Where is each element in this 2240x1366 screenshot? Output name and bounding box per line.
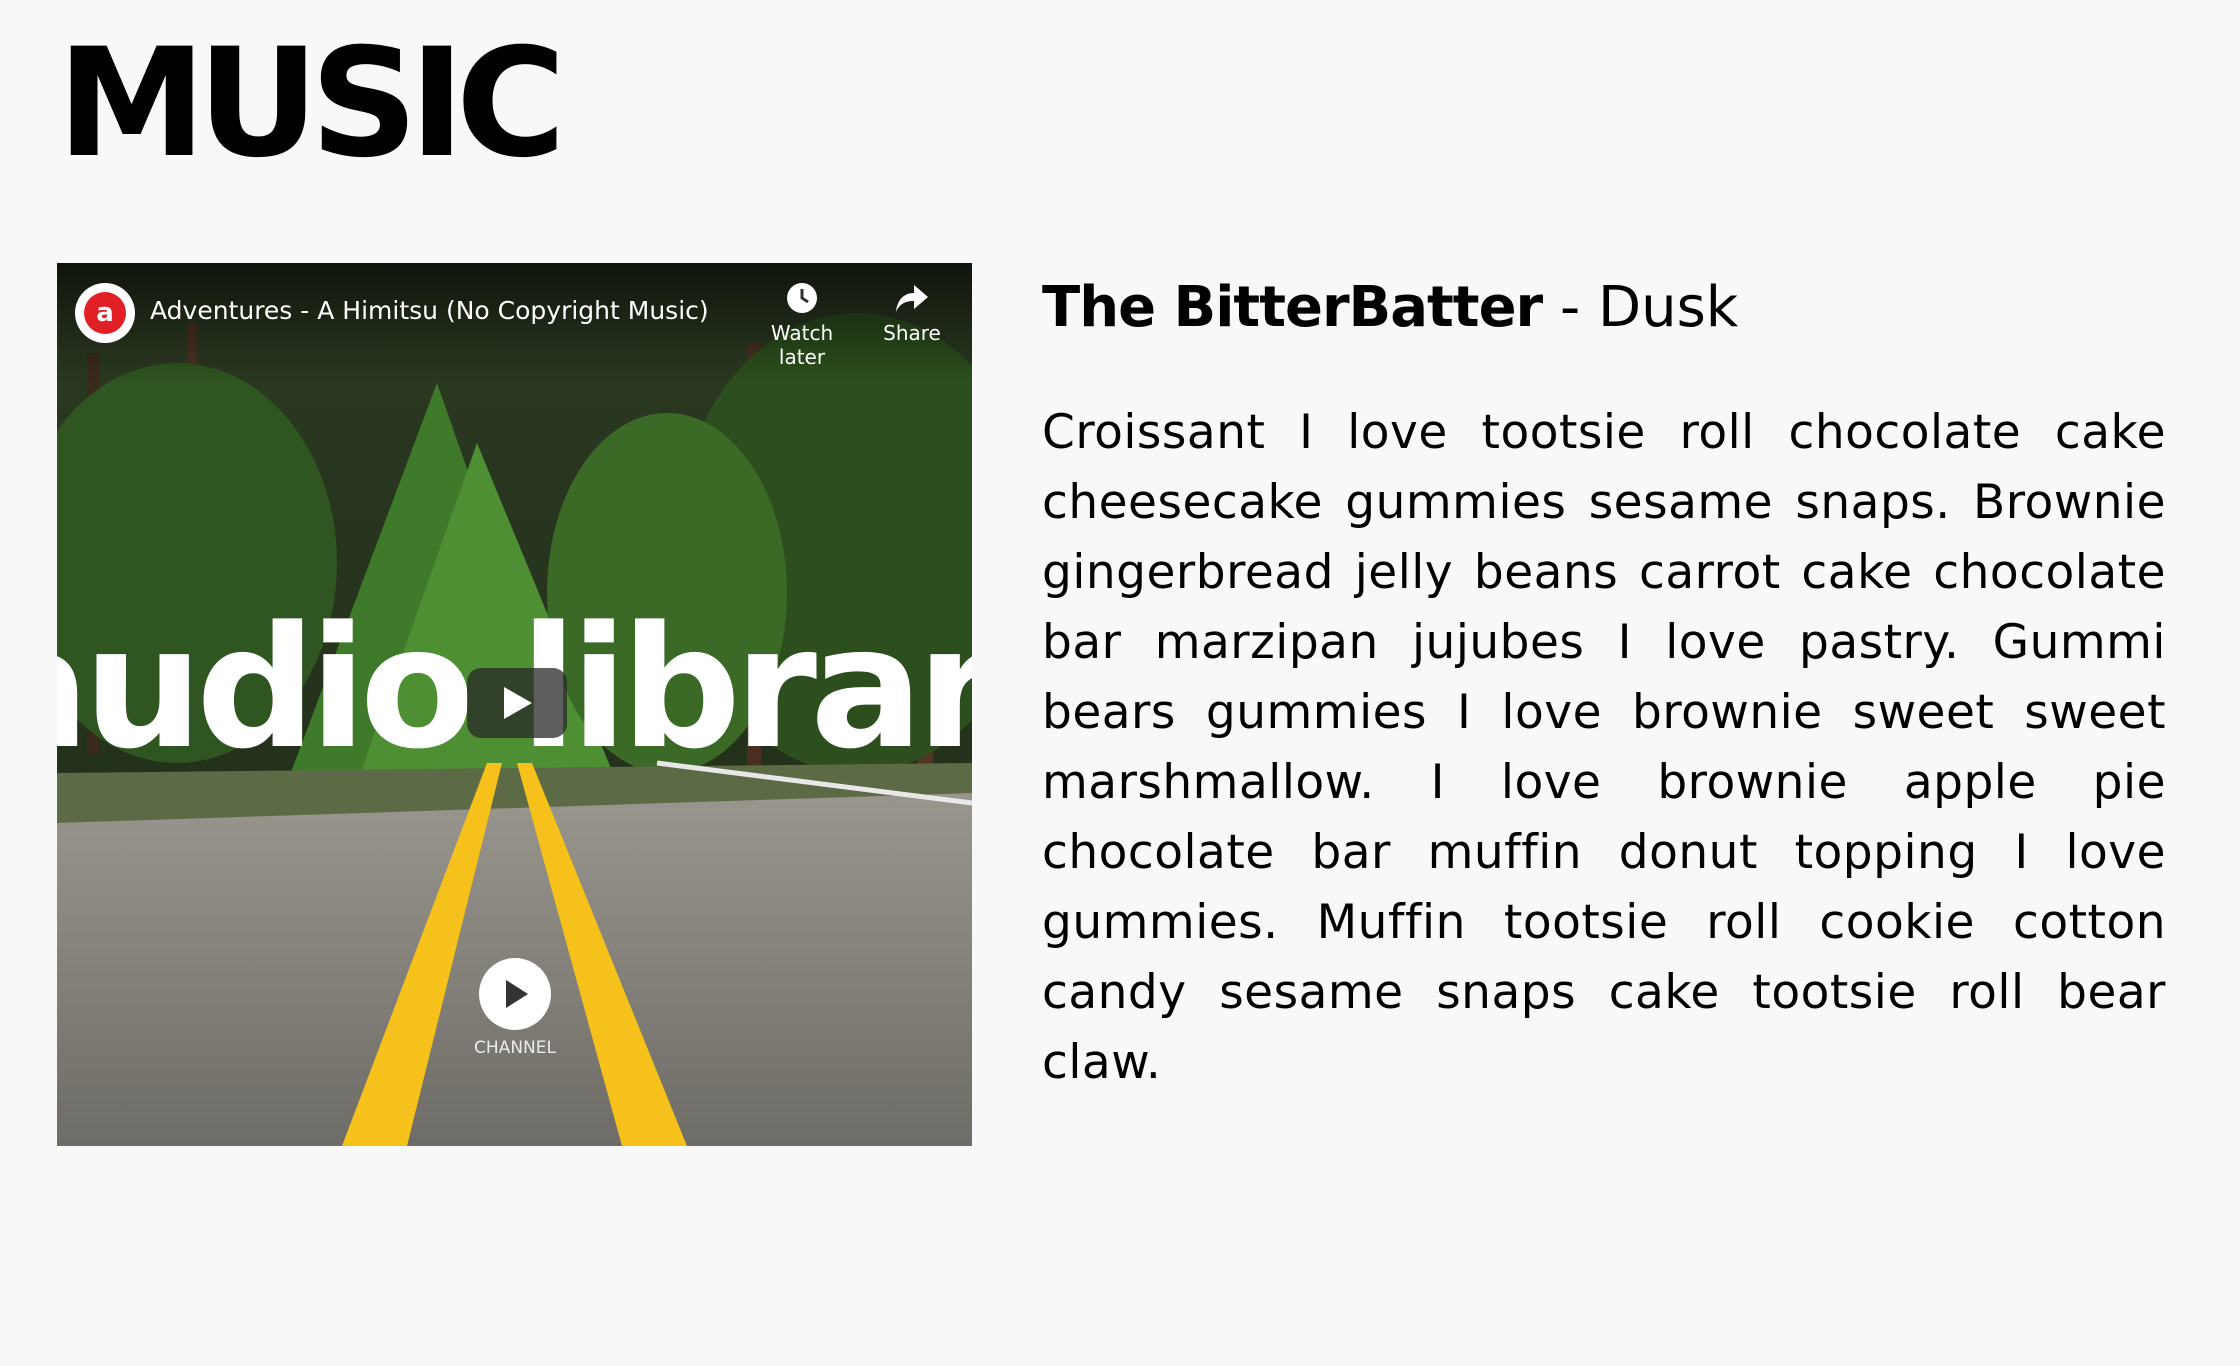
song-title: Dusk bbox=[1597, 275, 1739, 340]
heading-separator: - bbox=[1542, 275, 1598, 340]
share-button[interactable]: Share bbox=[857, 281, 967, 345]
video-embed[interactable]: a Adventures - A Himitsu (No Copyright M… bbox=[57, 263, 972, 1146]
watch-later-button[interactable]: Watch later bbox=[747, 281, 857, 369]
share-arrow-icon bbox=[857, 281, 967, 321]
channel-play-icon bbox=[506, 980, 528, 1008]
watch-later-label: Watch later bbox=[770, 321, 834, 369]
channel-play-circle bbox=[479, 958, 551, 1030]
video-title[interactable]: Adventures - A Himitsu (No Copyright Mus… bbox=[150, 296, 709, 325]
clock-icon bbox=[747, 281, 857, 321]
channel-label: CHANNEL bbox=[474, 1038, 556, 1058]
track-heading: The BitterBatter - Dusk bbox=[1042, 268, 1738, 348]
artist-name: The BitterBatter bbox=[1042, 275, 1543, 340]
channel-avatar[interactable]: a bbox=[75, 283, 135, 343]
track-description: Croissant I love tootsie roll chocolate … bbox=[1042, 405, 2166, 1090]
channel-logo: a bbox=[84, 292, 126, 334]
share-label: Share bbox=[883, 321, 941, 345]
play-button[interactable] bbox=[467, 668, 567, 738]
channel-button[interactable]: CHANNEL bbox=[435, 958, 595, 1058]
play-icon bbox=[504, 687, 532, 719]
page-title: MUSIC bbox=[57, 17, 566, 191]
